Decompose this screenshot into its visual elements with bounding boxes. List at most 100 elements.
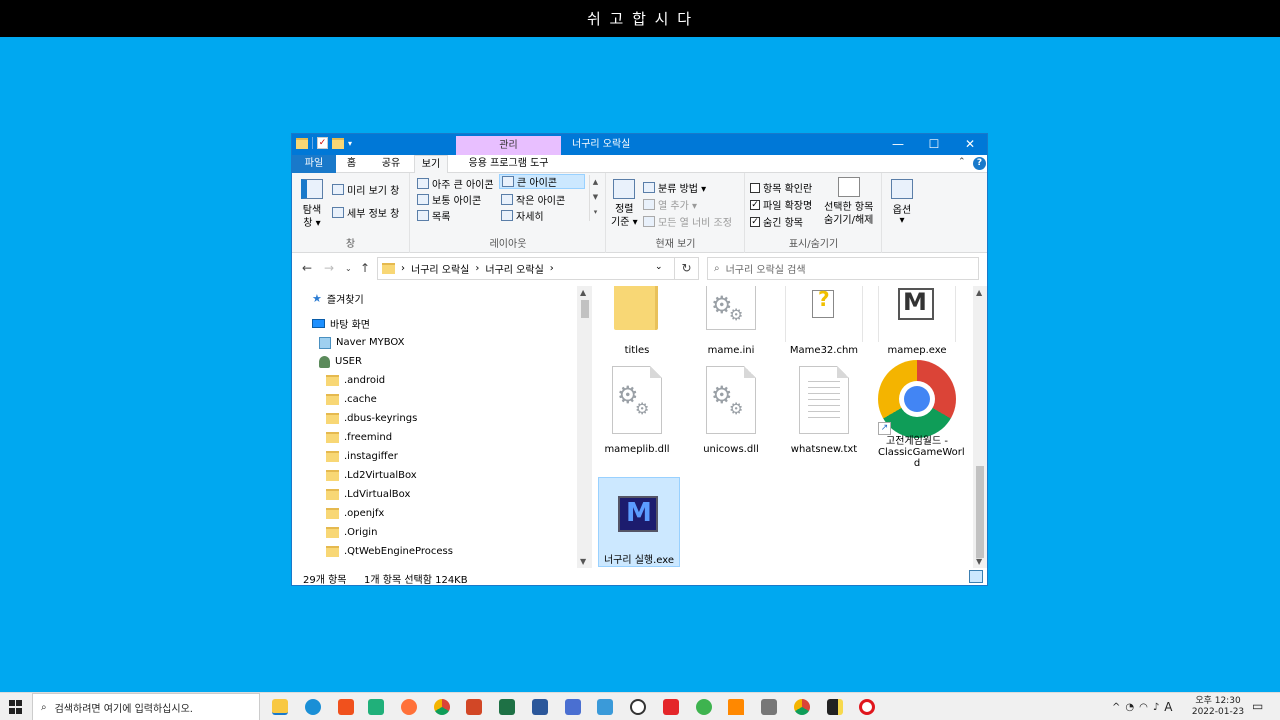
close-button[interactable]: ✕: [952, 134, 988, 155]
file-item-neoguri-exe-selected[interactable]: M 너구리 실행.exe: [598, 477, 680, 567]
item-checkboxes-checkbox[interactable]: [750, 182, 760, 193]
maximize-button[interactable]: ☐: [916, 134, 952, 155]
file-item-unicows-dll[interactable]: ⚙ ⚙ unicows.dll: [692, 364, 770, 456]
file-explorer-taskbar-icon[interactable]: [272, 699, 288, 715]
file-list-scrollbar[interactable]: ▲ ▼: [973, 286, 987, 568]
nav-item-folder[interactable]: .android: [326, 371, 385, 390]
sticky-notes-icon[interactable]: [827, 699, 843, 715]
new-folder-icon[interactable]: [332, 137, 344, 149]
nav-item-folder[interactable]: .LdVirtualBox: [326, 485, 410, 504]
manage-contextual-tab[interactable]: 관리: [456, 136, 561, 155]
file-item-titles[interactable]: titles: [598, 286, 676, 358]
nav-item-folder[interactable]: .QtWebEngineProcess: [326, 542, 453, 561]
navigation-pane[interactable]: ★ 즐겨찾기 바탕 화면 Naver MYBOX USER .android .c…: [292, 286, 592, 568]
file-extensions-checkbox[interactable]: ✓: [750, 199, 760, 210]
app-icon[interactable]: [597, 699, 613, 715]
chrome-taskbar-icon[interactable]: [434, 699, 450, 715]
navigation-pane-button[interactable]: 탐색 창 ▾: [301, 179, 323, 229]
hidden-items-toggle[interactable]: ✓ 숨긴 항목: [750, 214, 803, 229]
collapse-ribbon-icon[interactable]: ⌃: [958, 157, 966, 167]
breadcrumb-item[interactable]: 너구리 오락실: [411, 261, 469, 276]
app-icon[interactable]: [696, 699, 712, 715]
properties-icon[interactable]: ✓: [317, 137, 328, 149]
nav-item-folder[interactable]: .Origin: [326, 523, 377, 542]
large-icons-view-icon[interactable]: [969, 570, 983, 583]
scroll-up-icon[interactable]: ▲: [976, 288, 982, 297]
scroll-down-icon[interactable]: ▼: [976, 557, 982, 566]
nav-item-favorites[interactable]: ★ 즐겨찾기: [312, 289, 364, 308]
customize-qat-icon[interactable]: ▾: [348, 139, 352, 148]
sort-by-button[interactable]: 정렬 기준 ▾: [611, 179, 638, 228]
layout-gallery-scroll[interactable]: ▲ ▼ ▾: [589, 175, 601, 221]
ime-indicator[interactable]: A: [1164, 700, 1172, 714]
group-by-button[interactable]: 분류 방법 ▾: [643, 180, 706, 195]
details-pane-button[interactable]: 세부 정보 창: [332, 205, 399, 220]
scrollbar-thumb[interactable]: [581, 300, 589, 318]
nav-item-desktop[interactable]: 바탕 화면: [312, 314, 370, 333]
file-item-mame-ini[interactable]: ⚙ ⚙ mame.ini: [692, 286, 770, 358]
file-item-whatsnew-txt[interactable]: whatsnew.txt: [785, 364, 863, 456]
vlc-icon[interactable]: [728, 699, 744, 715]
hide-selected-button[interactable]: 선택한 항목 숨기기/해제: [824, 177, 873, 226]
brave-browser-icon[interactable]: [338, 699, 354, 715]
details-view-icon[interactable]: [953, 570, 967, 583]
magnifier-app-icon[interactable]: [630, 699, 646, 715]
file-item-mameplib-dll[interactable]: ⚙ ⚙ mameplib.dll: [598, 364, 676, 456]
tab-share[interactable]: 공유: [371, 155, 411, 173]
preview-pane-button[interactable]: 미리 보기 창: [332, 182, 399, 197]
small-icons-button[interactable]: 작은 아이콘: [501, 192, 565, 207]
file-item-classic-game-world-shortcut[interactable]: ↗ 고전게임월드 - ClassicGameWorl d: [878, 360, 965, 476]
app-icon[interactable]: [368, 699, 384, 715]
details-view-button[interactable]: 자세히: [501, 208, 544, 223]
file-extensions-toggle[interactable]: ✓ 파일 확장명: [750, 197, 812, 212]
calculator-icon[interactable]: [761, 699, 777, 715]
wifi-icon[interactable]: ◠: [1139, 702, 1148, 713]
nav-item-folder[interactable]: .cache: [326, 390, 377, 409]
excel-icon[interactable]: [499, 699, 515, 715]
chevron-up-icon[interactable]: ^: [1112, 702, 1120, 713]
taskbar-clock[interactable]: 오후 12:30 2022-01-23: [1190, 696, 1246, 718]
tab-application-tools[interactable]: 응용 프로그램 도구: [456, 155, 561, 173]
large-icons-button[interactable]: 큰 아이콘: [499, 174, 585, 189]
refresh-icon[interactable]: ↻: [674, 257, 698, 280]
forward-arrow-icon[interactable]: →: [324, 261, 334, 275]
nav-item-folder[interactable]: .Ld2VirtualBox: [326, 466, 417, 485]
opera-icon[interactable]: [859, 699, 875, 715]
file-explorer-window[interactable]: ✓ ▾ 관리 너구리 오락실 — ☐ ✕ 파일 홈 공유 보기 응용 프로그램 …: [291, 133, 988, 586]
navigation-pane-scrollbar[interactable]: ▲ ▼: [577, 286, 592, 568]
back-arrow-icon[interactable]: ←: [302, 261, 312, 275]
item-checkboxes-toggle[interactable]: 항목 확인란: [750, 180, 812, 195]
nav-item-user[interactable]: USER: [319, 352, 362, 371]
nav-item-folder[interactable]: .dbus-keyrings: [326, 409, 417, 428]
network-icon[interactable]: ◔: [1125, 702, 1134, 713]
chrome-taskbar-icon[interactable]: [794, 699, 810, 715]
size-all-columns-button[interactable]: 모든 열 너비 조정: [643, 214, 732, 229]
help-icon[interactable]: ?: [973, 157, 986, 170]
add-columns-button[interactable]: 열 추가 ▾: [643, 197, 697, 212]
hidden-items-checkbox[interactable]: ✓: [750, 216, 760, 227]
nav-item-folder[interactable]: .openjfx: [326, 504, 384, 523]
nav-item-folder[interactable]: .freemind: [326, 428, 392, 447]
breadcrumb-item[interactable]: 너구리 오락실: [485, 261, 543, 276]
extra-large-icons-button[interactable]: 아주 큰 아이콘: [417, 176, 494, 191]
medium-icons-button[interactable]: 보통 아이콘: [417, 192, 481, 207]
recent-locations-icon[interactable]: ⌄: [345, 264, 352, 273]
minimize-button[interactable]: —: [880, 134, 916, 155]
up-arrow-icon[interactable]: ↑: [360, 261, 370, 275]
notification-icon[interactable]: ▭: [1252, 699, 1263, 713]
hancom-icon[interactable]: [565, 699, 581, 715]
search-box[interactable]: ⌕ 너구리 오락실 검색: [707, 257, 979, 280]
scrollbar-thumb[interactable]: [976, 466, 984, 558]
firefox-icon[interactable]: [401, 699, 417, 715]
app-icon[interactable]: [663, 699, 679, 715]
powerpoint-icon[interactable]: [466, 699, 482, 715]
tab-file[interactable]: 파일: [292, 155, 336, 173]
file-item-mamep-exe[interactable]: M mamep.exe: [878, 286, 956, 358]
tab-view[interactable]: 보기: [414, 155, 448, 174]
file-list-pane[interactable]: titles ⚙ ⚙ mame.ini ? Mame32.chm M mamep.…: [598, 286, 973, 568]
scroll-down-icon[interactable]: ▼: [580, 557, 586, 566]
address-bar[interactable]: › 너구리 오락실 › 너구리 오락실 ›: [377, 257, 699, 280]
folder-icon[interactable]: [296, 137, 308, 149]
tab-home[interactable]: 홈: [336, 155, 367, 173]
file-item-mame32-chm[interactable]: ? Mame32.chm: [785, 286, 863, 358]
